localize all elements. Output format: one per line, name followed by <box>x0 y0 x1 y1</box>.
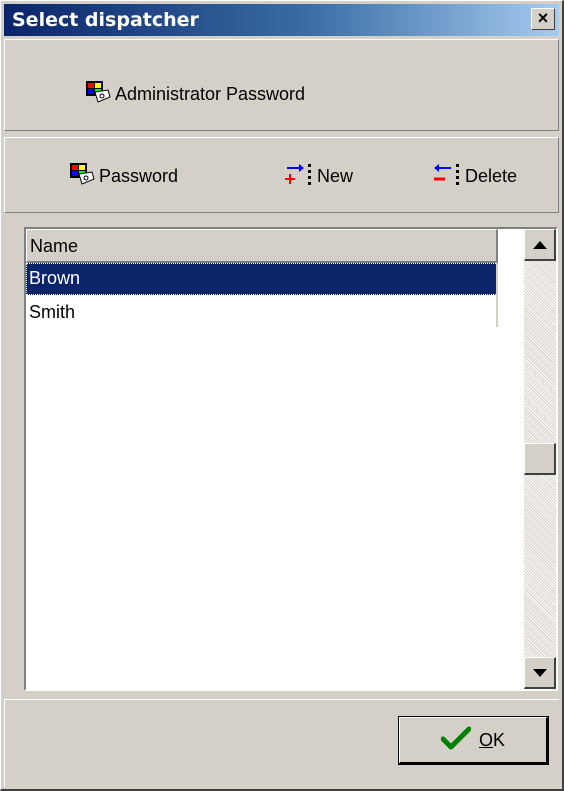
ok-button[interactable]: OK <box>398 716 549 765</box>
delete-row-icon <box>433 162 461 191</box>
dialog-window: Select dispatcher × Administrator Passwo… <box>0 0 564 791</box>
up-arrow-icon <box>532 240 547 249</box>
dispatcher-list[interactable]: Name Brown Smith <box>24 227 558 691</box>
close-button[interactable]: × <box>531 8 555 30</box>
close-icon: × <box>537 8 549 28</box>
ok-label: OK <box>479 730 505 751</box>
new-label: New <box>317 166 354 186</box>
scroll-down-button[interactable] <box>524 657 556 689</box>
admin-password-label: Administrator Password <box>115 84 306 104</box>
vertical-scrollbar[interactable] <box>524 229 556 689</box>
password-button[interactable]: Password <box>69 162 178 191</box>
list-item[interactable]: Smith <box>26 297 498 329</box>
down-arrow-icon <box>532 668 547 677</box>
admin-panel: Administrator Password <box>4 39 559 131</box>
checkmark-icon <box>440 726 472 755</box>
title-bar[interactable]: Select dispatcher × <box>4 4 559 36</box>
column-divider <box>496 263 498 327</box>
scroll-up-button[interactable] <box>524 229 556 261</box>
admin-password-button[interactable]: Administrator Password <box>85 80 305 109</box>
key-card-icon <box>85 80 111 109</box>
key-card-icon <box>69 162 95 191</box>
ok-label-underlined: O <box>478 729 493 750</box>
list-item[interactable]: Brown <box>26 263 498 295</box>
new-button[interactable]: New <box>285 162 353 191</box>
delete-button[interactable]: Delete <box>433 162 517 191</box>
add-row-icon <box>285 162 313 191</box>
scroll-thumb[interactable] <box>524 443 556 475</box>
password-label: Password <box>99 166 179 186</box>
ok-label-rest: K <box>493 729 506 750</box>
column-header-name[interactable]: Name <box>26 229 498 263</box>
toolbar-panel: Password New Delete <box>4 137 559 213</box>
window-title: Select dispatcher <box>12 9 199 31</box>
delete-label: Delete <box>465 166 518 186</box>
